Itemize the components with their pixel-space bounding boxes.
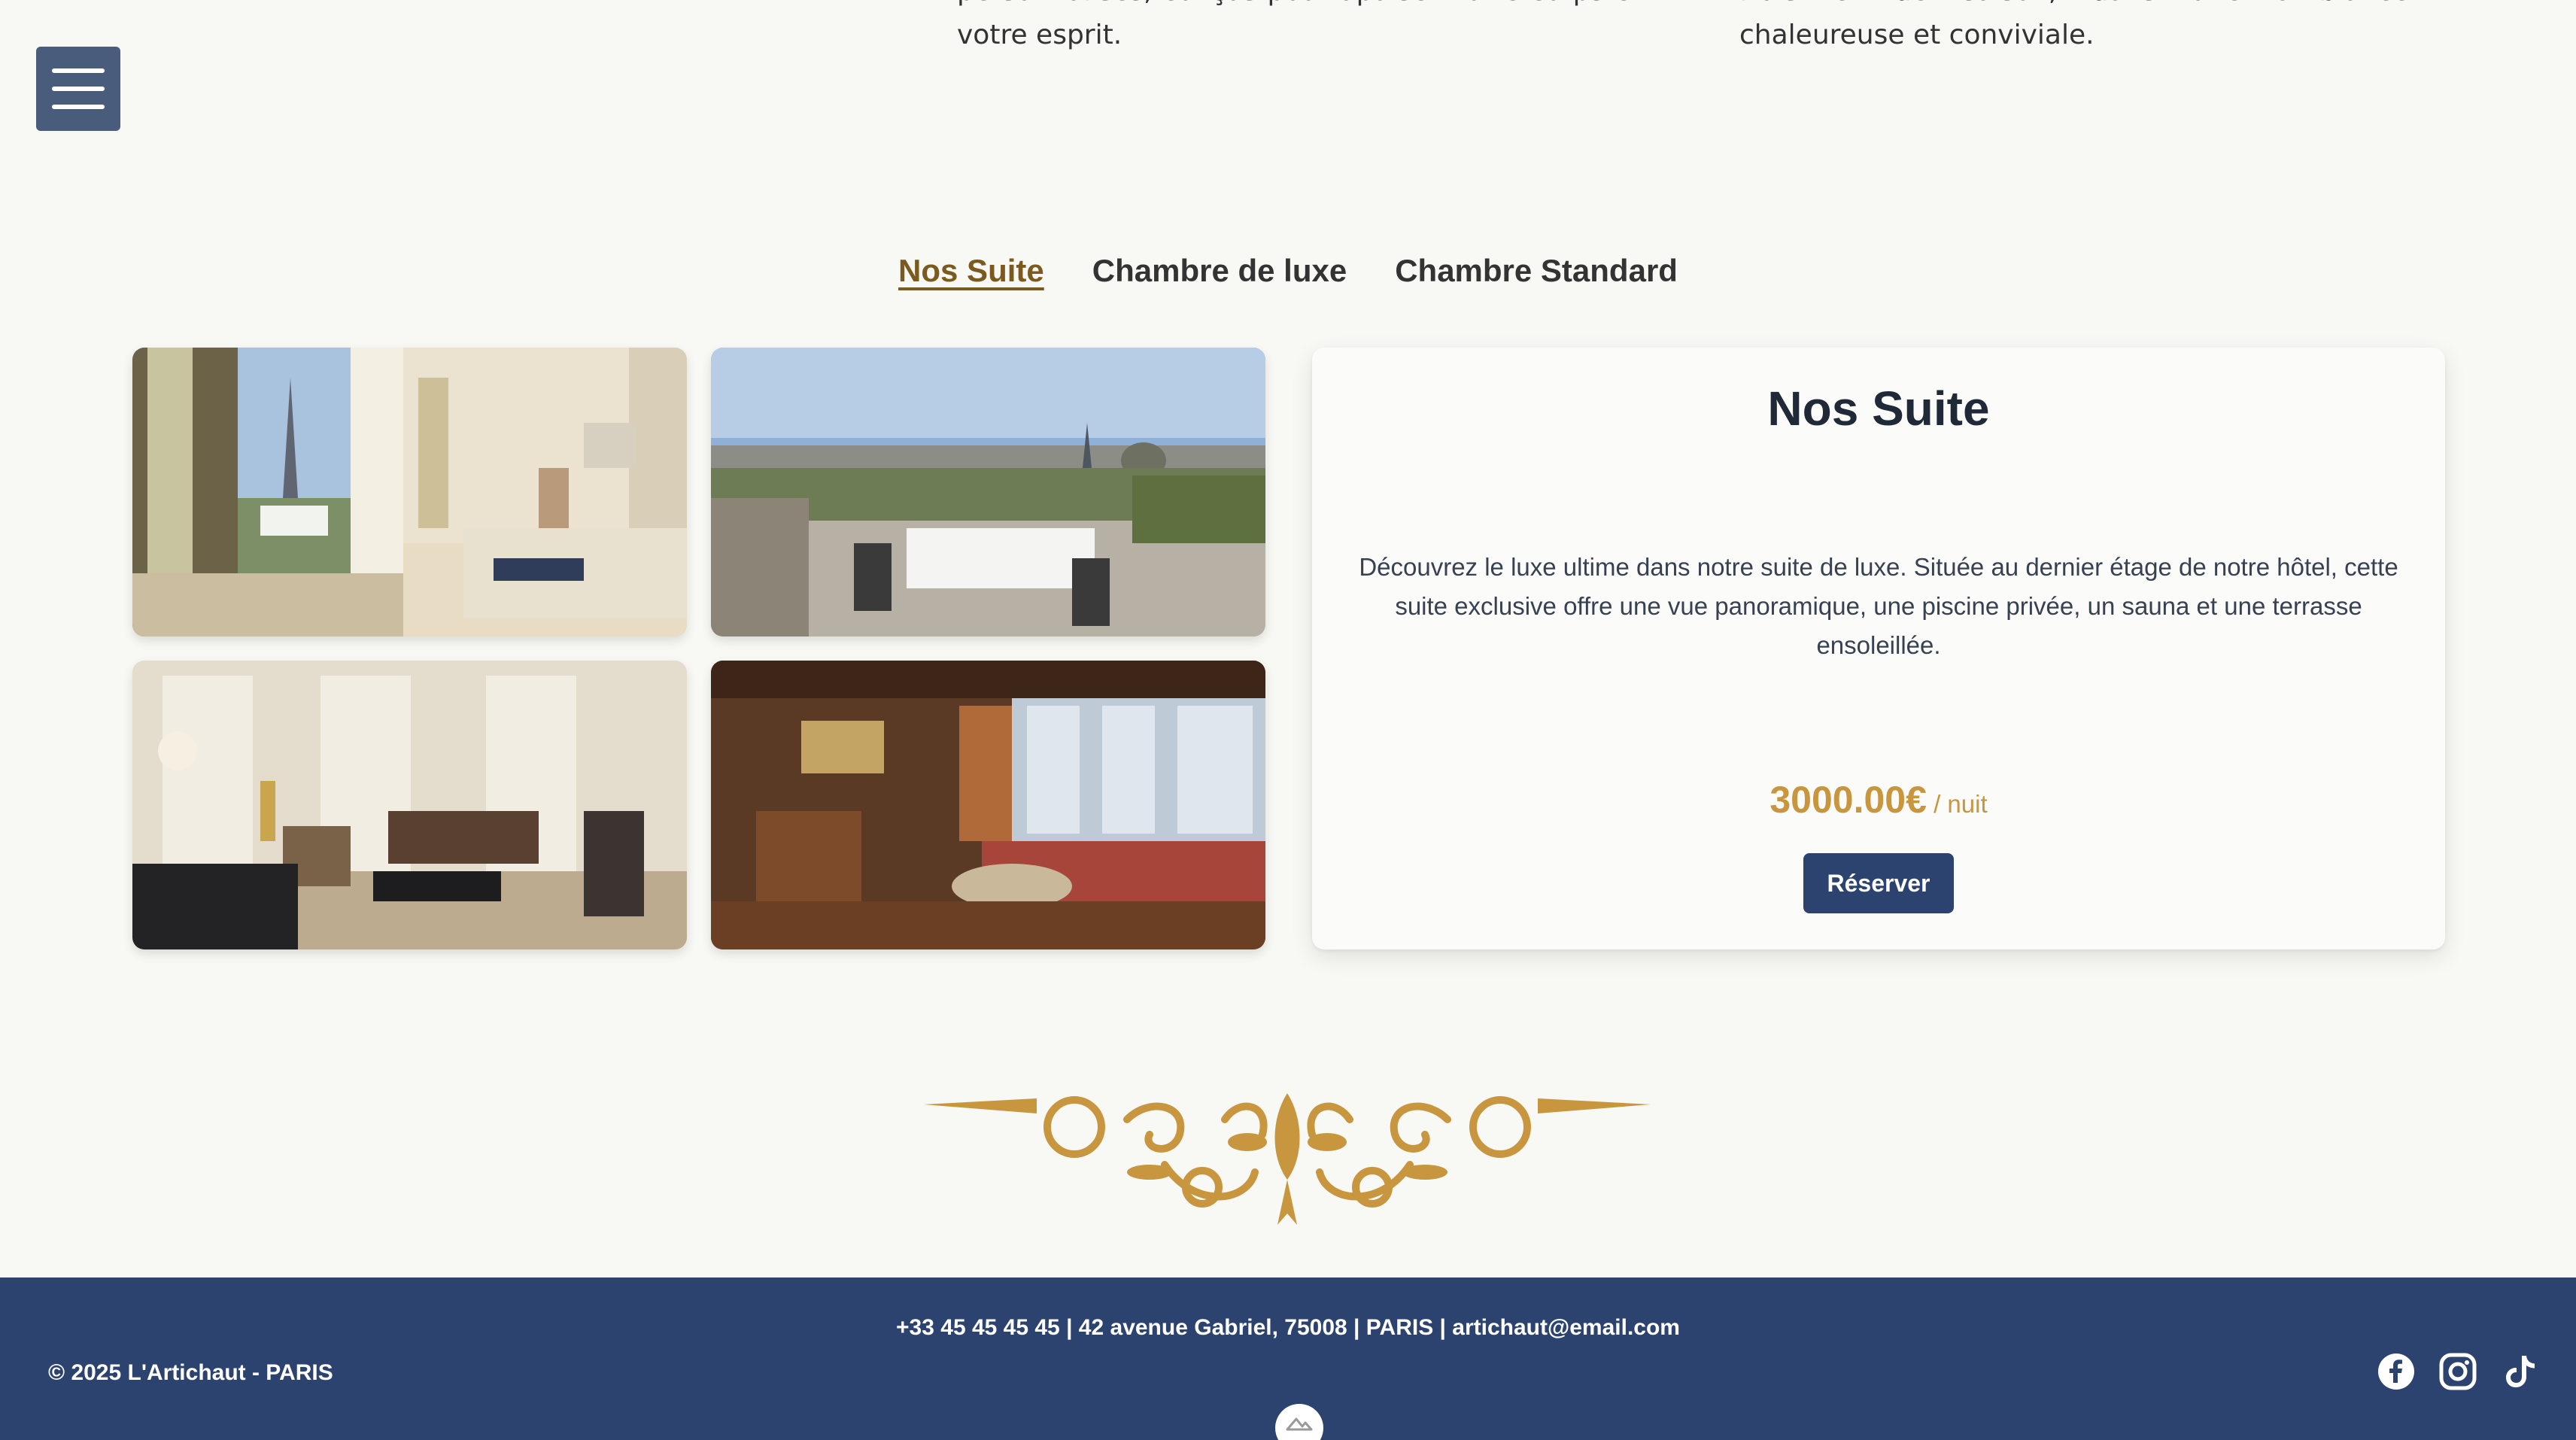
- site-footer: +33 45 45 45 45 | 42 avenue Gabriel, 750…: [0, 1277, 2576, 1440]
- mountain-logo-icon: [1286, 1417, 1313, 1431]
- tab-nos-suite[interactable]: Nos Suite: [898, 253, 1044, 289]
- ornament-divider-icon: [924, 1093, 1651, 1225]
- room-photo[interactable]: [132, 348, 687, 636]
- suite-info-card: Nos Suite Découvrez le luxe ultime dans …: [1312, 348, 2445, 949]
- hamburger-menu-button[interactable]: [36, 47, 120, 131]
- hamburger-menu-icon: [52, 68, 105, 73]
- room-photo[interactable]: [132, 661, 687, 949]
- room-category-tabs: Nos Suite Chambre de luxe Chambre Standa…: [0, 253, 2576, 289]
- tiktok-icon[interactable]: [2501, 1353, 2538, 1390]
- intro-paragraph-right: frais et de saison, dans une ambiance ch…: [1739, 0, 2409, 50]
- tab-chambre-standard[interactable]: Chambre Standard: [1395, 253, 1678, 289]
- scroll-top-badge[interactable]: [1275, 1404, 1323, 1440]
- price-unit: / nuit: [1926, 790, 1988, 818]
- footer-contact-info: +33 45 45 45 45 | 42 avenue Gabriel, 750…: [896, 1315, 1680, 1340]
- facebook-icon[interactable]: [2377, 1353, 2415, 1390]
- intro-paragraph-left: personnalisés, conçus pour apaiser votre…: [957, 0, 1642, 50]
- room-photo[interactable]: [711, 348, 1265, 636]
- card-description: Découvrez le luxe ultime dans notre suit…: [1359, 553, 2398, 659]
- instagram-icon[interactable]: [2439, 1353, 2477, 1390]
- social-links: [2377, 1353, 2538, 1390]
- footer-copyright: © 2025 L'Artichaut - PARIS: [48, 1360, 333, 1385]
- price-value: 3000.00€: [1769, 779, 1927, 821]
- tab-chambre-de-luxe[interactable]: Chambre de luxe: [1092, 253, 1347, 289]
- room-photo[interactable]: [711, 661, 1265, 949]
- price-display: 3000.00€ / nuit: [1312, 778, 2445, 822]
- card-title: Nos Suite: [1767, 381, 1990, 436]
- reserve-button[interactable]: Réserver: [1803, 853, 1954, 913]
- room-photo-gallery: [132, 348, 1265, 949]
